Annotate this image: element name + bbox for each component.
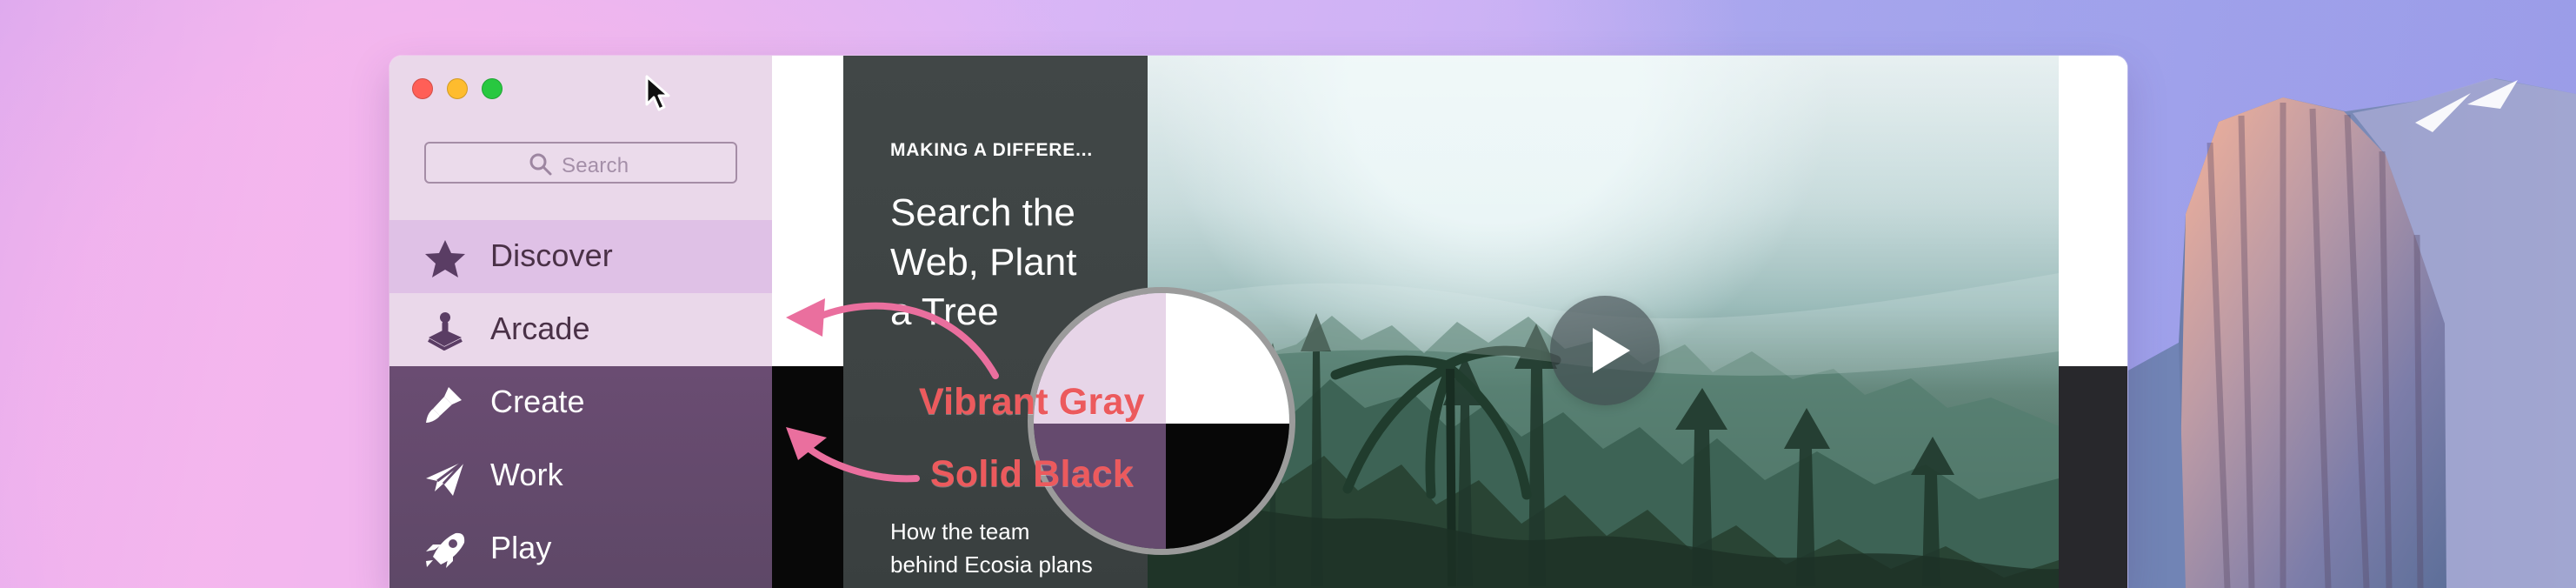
play-icon	[1593, 328, 1630, 373]
main-content: MAKING A DIFFERE... Search the Web, Plan…	[772, 56, 2127, 588]
paper-plane-icon	[426, 459, 466, 496]
window-controls	[412, 78, 503, 104]
sidebar-item-create[interactable]: Create	[389, 366, 772, 439]
sidebar-item-play[interactable]: Play	[389, 512, 772, 585]
sidebar-item-arcade[interactable]: Arcade	[389, 293, 772, 366]
content-dark-area	[2059, 366, 2127, 588]
story-kicker: MAKING A DIFFERE...	[890, 140, 1093, 160]
star-icon	[425, 240, 465, 277]
sidebar-item-label: Create	[490, 384, 585, 419]
minimize-window-button[interactable]	[447, 78, 468, 99]
search-placeholder: Search	[562, 154, 629, 177]
rocket-icon	[426, 532, 465, 568]
mouse-pointer-icon	[645, 75, 670, 111]
search-field[interactable]: Search	[424, 142, 737, 184]
close-window-button[interactable]	[412, 78, 433, 99]
sidebar-item-label: Discover	[490, 237, 613, 273]
paintbrush-icon	[426, 387, 462, 423]
joystick-icon	[428, 312, 463, 351]
mountain-wallpaper-image	[2128, 78, 2576, 588]
sidebar-item-discover[interactable]: Discover	[389, 220, 772, 293]
search-icon	[529, 153, 552, 176]
vibrant-gray-annotation: Vibrant Gray	[919, 381, 1145, 423]
featured-story-card[interactable]: MAKING A DIFFERE... Search the Web, Plan…	[843, 56, 2059, 588]
sidebar: Search Discover Arcade Create Work Play	[389, 56, 772, 588]
sidebar-item-label: Play	[490, 530, 552, 565]
app-window: Search Discover Arcade Create Work Play …	[389, 56, 2127, 588]
sidebar-item-label: Arcade	[490, 311, 590, 346]
play-video-button[interactable]	[1550, 296, 1660, 405]
sidebar-item-label: Work	[490, 457, 563, 492]
sidebar-item-work[interactable]: Work	[389, 439, 772, 512]
solid-black-annotation: Solid Black	[930, 453, 1134, 495]
content-solid-black-area	[772, 366, 843, 588]
zoom-window-button[interactable]	[482, 78, 503, 99]
